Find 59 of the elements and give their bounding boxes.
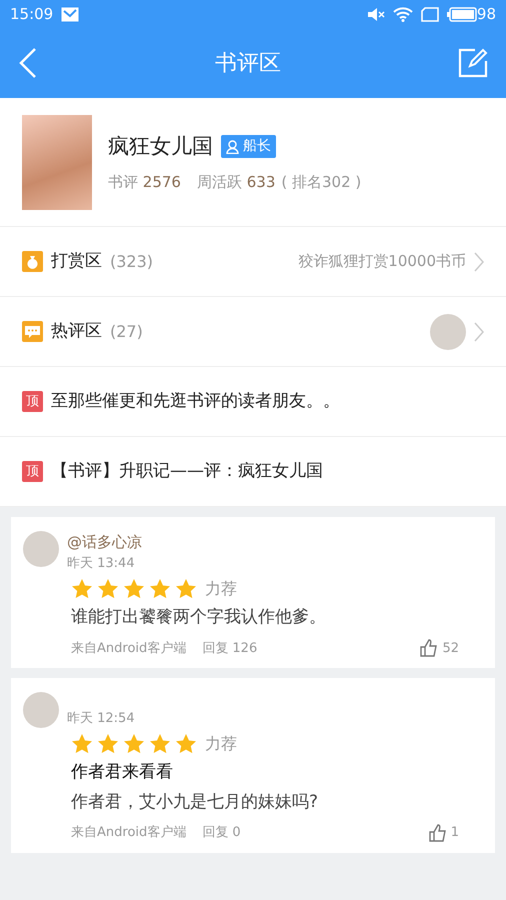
section-count: (27) xyxy=(110,320,143,342)
avatar-image xyxy=(430,314,466,350)
section-label: 热评区 xyxy=(51,320,102,343)
chat-bubble-icon xyxy=(22,321,43,342)
chevron-right-icon xyxy=(474,252,484,272)
rating-verdict: 力荐 xyxy=(205,578,237,600)
pinned-post[interactable]: 顶 至那些催更和先逛书评的读者朋友。。 xyxy=(0,367,506,437)
source-label: 来自Android客户端 xyxy=(71,640,186,658)
user-name[interactable]: @话多心凉 xyxy=(67,531,142,554)
pinned-tag: 顶 xyxy=(22,391,43,412)
source-label: 来自Android客户端 xyxy=(71,824,186,842)
star-icon xyxy=(97,578,119,600)
thumbs-up-icon[interactable] xyxy=(428,824,447,842)
wifi-icon xyxy=(392,6,413,22)
star-icon xyxy=(175,578,197,600)
star-icon xyxy=(97,733,119,755)
post-time: 昨天 12:54 xyxy=(67,710,135,728)
clock-time: 15:09 xyxy=(10,4,54,25)
pinned-title: 至那些催更和先逛书评的读者朋友。。 xyxy=(51,390,340,413)
section-row[interactable]: 热评区 (27) xyxy=(0,297,506,367)
star-icon xyxy=(71,733,93,755)
section-row[interactable]: 打赏区 (323) 狡诈狐狸打赏10000书币 xyxy=(0,227,506,297)
money-bag-icon xyxy=(22,251,43,272)
like-count: 52 xyxy=(442,640,459,658)
book-stat: 周活跃 633 xyxy=(196,172,276,192)
sim-card-icon xyxy=(420,6,439,22)
rating-verdict: 力荐 xyxy=(205,733,237,755)
review-text: 作者君，艾小九是七月的妹妹吗? xyxy=(71,790,320,814)
pinned-post[interactable]: 顶 【书评】升职记——评：疯狂女儿国 xyxy=(0,437,506,507)
pinned-title: 【书评】升职记——评：疯狂女儿国 xyxy=(51,460,323,483)
section-label: 打赏区 xyxy=(51,250,102,273)
thumbs-up-icon[interactable] xyxy=(420,639,438,658)
star-icon xyxy=(149,733,171,755)
like-count: 1 xyxy=(450,824,459,842)
pinned-tag: 顶 xyxy=(22,461,43,482)
review-title: 作者君来看看 xyxy=(71,761,174,784)
star-icon xyxy=(123,578,145,600)
review-text: 谁能打出饕餮两个字我认作他爹。 xyxy=(71,606,327,629)
avatar-image xyxy=(23,531,59,567)
battery-icon xyxy=(446,6,477,22)
rank-text: ( 排名302 ) xyxy=(281,172,362,192)
book-stat: 书评 2576 xyxy=(108,172,181,192)
edit-icon[interactable] xyxy=(458,48,488,78)
chevron-right-icon xyxy=(474,322,484,342)
role-badge: 船长 xyxy=(221,135,276,158)
battery-level: 98 xyxy=(476,4,496,25)
back-icon[interactable] xyxy=(18,47,38,79)
star-icon xyxy=(71,578,93,600)
section-count: (323) xyxy=(110,250,154,272)
star-icon xyxy=(175,733,197,755)
avatar-image xyxy=(23,692,59,728)
person-icon xyxy=(226,140,239,154)
page-title: 书评区 xyxy=(215,50,281,78)
star-icon xyxy=(149,578,171,600)
reward-note: 狡诈狐狸打赏10000书币 xyxy=(298,251,466,272)
star-icon xyxy=(123,733,145,755)
mute-icon xyxy=(366,6,385,22)
post-time: 昨天 13:44 xyxy=(67,554,136,572)
book-title: 疯狂女儿国 xyxy=(108,133,213,160)
